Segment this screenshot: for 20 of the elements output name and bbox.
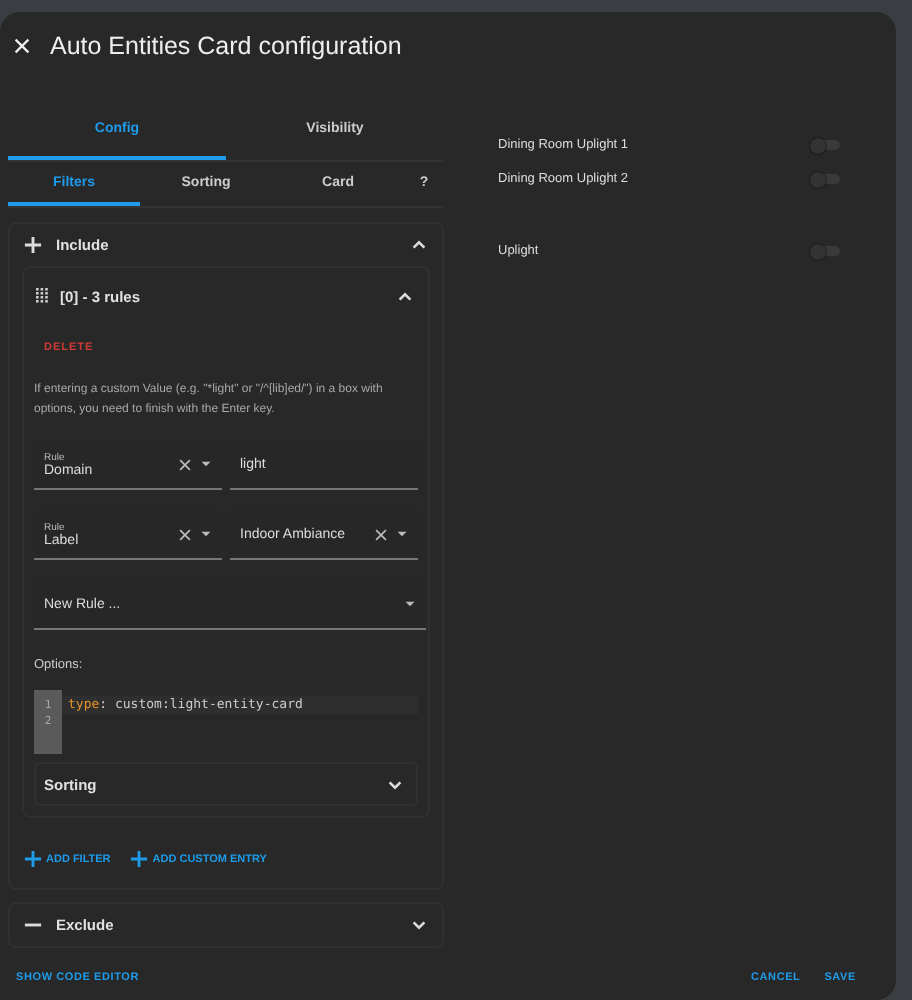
chevron-icon[interactable]: [396, 287, 414, 305]
drag-handle-icon[interactable]: [36, 288, 48, 304]
dialog-title: Auto Entities Card configuration: [50, 32, 402, 60]
plus-icon: [24, 236, 42, 254]
chevron-icon[interactable]: [410, 236, 428, 254]
clear-icon[interactable]: [178, 527, 192, 541]
toggle-switch[interactable]: [810, 138, 840, 152]
dropdown-caret-icon[interactable]: [404, 598, 416, 610]
toggle-switch[interactable]: [810, 244, 840, 258]
clear-icon[interactable]: [374, 527, 388, 541]
dropdown-caret-icon[interactable]: [396, 528, 408, 540]
plus-icon: [130, 850, 149, 868]
close-button[interactable]: [14, 38, 30, 54]
dropdown-caret-icon[interactable]: [200, 458, 212, 470]
chevron-icon[interactable]: [386, 775, 404, 793]
plus-icon: [24, 850, 42, 868]
toggle-switch[interactable]: [810, 172, 840, 186]
clear-icon[interactable]: [178, 457, 192, 471]
chevron-icon[interactable]: [410, 916, 428, 934]
dropdown-caret-icon[interactable]: [200, 528, 212, 540]
